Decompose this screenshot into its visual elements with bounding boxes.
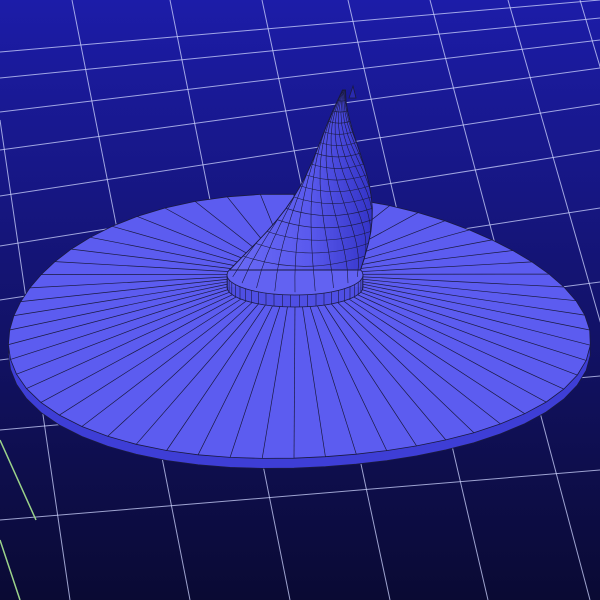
3d-viewport[interactable] xyxy=(0,0,600,600)
viewport-canvas[interactable] xyxy=(0,0,600,600)
